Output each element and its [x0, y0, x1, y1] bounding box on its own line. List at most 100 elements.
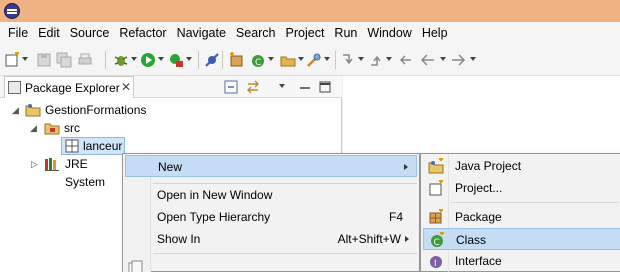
menu-item-class[interactable]: C Class [423, 228, 620, 250]
new-java-class-icon[interactable]: C [250, 52, 266, 68]
menu-item-open-type-hierarchy[interactable]: Open Type Hierarchy F4 [125, 206, 417, 228]
menu-item-interface[interactable]: I Interface [423, 250, 620, 272]
menu-item-label: Project... [455, 181, 503, 195]
menu-item-new[interactable]: New [125, 155, 417, 177]
tree-item-project[interactable]: ◢ GestionFormations [0, 101, 340, 119]
menu-item-label: New [158, 160, 183, 174]
search-dropdown-arrow[interactable] [324, 57, 330, 61]
main-toolbar: C [0, 44, 620, 76]
debug-icon[interactable] [113, 52, 129, 68]
menu-bar: File Edit Source Refactor Navigate Searc… [0, 22, 620, 44]
submenu-arrow-icon [405, 236, 409, 242]
save-all-icon[interactable] [56, 52, 72, 68]
tree-item-src[interactable]: ◢ src [0, 119, 340, 137]
menu-item-package[interactable]: Package [423, 206, 620, 228]
project-name: GestionFormations [45, 103, 147, 117]
new-class-icon: C [431, 232, 444, 248]
expand-arrow-icon[interactable]: ▷ [31, 155, 38, 173]
library-icon [45, 158, 59, 171]
menu-item-project[interactable]: Project... [423, 177, 620, 199]
new-package-icon [429, 209, 443, 224]
menu-help[interactable]: Help [417, 22, 453, 44]
debug-dropdown-arrow[interactable] [131, 57, 137, 61]
menu-item-label: Interface [455, 254, 502, 268]
view-header: Package Explorer ✕ [0, 76, 342, 98]
forward-dropdown-arrow[interactable] [470, 57, 476, 61]
back-icon[interactable] [420, 52, 436, 68]
menu-separator [153, 253, 417, 254]
tab-package-explorer[interactable]: Package Explorer ✕ [4, 76, 134, 98]
menu-refactor[interactable]: Refactor [114, 22, 171, 44]
collapse-all-icon[interactable] [224, 80, 238, 94]
menu-item-show-in[interactable]: Show In Alt+Shift+W [125, 228, 417, 250]
collapse-arrow-icon[interactable]: ◢ [12, 101, 19, 119]
previous-annotation-icon[interactable] [368, 52, 384, 68]
source-folder-icon [44, 123, 60, 135]
menu-item-label: Package [455, 210, 502, 224]
new-submenu: Java Project Project... Package C Class … [420, 153, 620, 272]
open-type-dropdown-arrow[interactable] [298, 57, 304, 61]
menu-navigate[interactable]: Navigate [172, 22, 231, 44]
print-icon[interactable] [77, 52, 93, 68]
java-project-icon [25, 104, 41, 117]
new-interface-icon: I [430, 256, 442, 269]
maximize-icon[interactable] [318, 80, 332, 94]
new-wizard-icon[interactable] [4, 52, 20, 68]
menu-source[interactable]: Source [65, 22, 115, 44]
menu-item-label: Show In [157, 232, 201, 246]
menu-file[interactable]: File [3, 22, 33, 44]
open-type-icon[interactable] [280, 52, 296, 68]
collapse-arrow-icon[interactable]: ◢ [30, 119, 37, 137]
svg-text:C: C [255, 58, 261, 68]
tab-label: Package Explorer [25, 81, 120, 95]
submenu-arrow-icon [404, 164, 408, 170]
copy-icon [128, 260, 143, 272]
save-icon[interactable] [36, 52, 52, 68]
menu-item-label: Class [456, 233, 487, 247]
close-icon[interactable]: ✕ [121, 80, 131, 94]
menu-item-label: Open Type Hierarchy [157, 210, 271, 224]
shortcut-label: Alt+Shift+W [337, 232, 401, 246]
context-menu: New Open in New Window Open Type Hierarc… [122, 153, 420, 272]
new-java-project-icon [428, 158, 444, 174]
package-icon [65, 139, 79, 153]
run-external-tools-icon[interactable] [168, 52, 184, 68]
jre-label: JRE System [65, 157, 106, 189]
next-annotation-icon[interactable] [340, 52, 356, 68]
window-titlebar [0, 0, 620, 22]
svg-text:I: I [434, 259, 437, 269]
view-menu-dropdown-arrow[interactable] [279, 84, 285, 88]
menu-item-label: Java Project [455, 159, 522, 173]
svg-text:C: C [434, 238, 440, 248]
menu-separator [451, 202, 619, 203]
back-dropdown-arrow[interactable] [440, 57, 446, 61]
external-tools-dropdown-arrow[interactable] [186, 57, 192, 61]
previous-annotation-dropdown-arrow[interactable] [386, 57, 392, 61]
new-class-dropdown-arrow[interactable] [268, 57, 274, 61]
menu-run[interactable]: Run [329, 22, 362, 44]
new-dropdown-arrow[interactable] [22, 57, 28, 61]
tree-item-lanceur[interactable]: lanceur [61, 137, 125, 155]
next-annotation-dropdown-arrow[interactable] [358, 57, 364, 61]
new-project-icon [429, 180, 443, 196]
search-icon[interactable] [306, 52, 322, 68]
menu-edit[interactable]: Edit [33, 22, 65, 44]
new-java-package-icon[interactable] [228, 52, 244, 68]
last-edit-location-icon[interactable] [398, 52, 414, 68]
link-with-editor-icon[interactable] [246, 80, 260, 94]
tree-item-jre[interactable]: ▷ JRE System [0, 155, 124, 189]
menu-item-java-project[interactable]: Java Project [423, 155, 620, 177]
menu-item-open-in-new-window[interactable]: Open in New Window [125, 184, 417, 206]
menu-window[interactable]: Window [362, 22, 416, 44]
src-label: src [64, 121, 80, 135]
skip-breakpoints-icon[interactable] [204, 52, 220, 68]
menu-item-label: Open in New Window [157, 188, 273, 202]
run-dropdown-arrow[interactable] [158, 57, 164, 61]
minimize-icon[interactable] [298, 80, 312, 94]
package-explorer-icon [8, 81, 21, 94]
menu-search[interactable]: Search [231, 22, 281, 44]
menu-project[interactable]: Project [281, 22, 330, 44]
forward-icon[interactable] [450, 52, 466, 68]
run-icon[interactable] [140, 52, 156, 68]
shortcut-label: F4 [388, 210, 403, 224]
